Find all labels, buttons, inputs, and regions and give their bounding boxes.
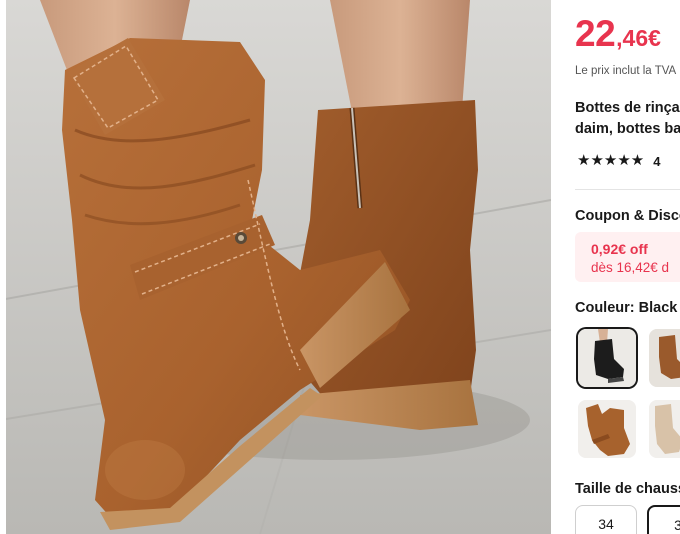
coupon-discount: 0,92€ off: [591, 241, 648, 257]
color-swatch-beige[interactable]: [649, 400, 680, 458]
coupon-minimum: dès 16,42€ d: [591, 260, 670, 275]
size-section-label: Taille de chaussure: [575, 481, 680, 497]
beige-boot-thumbnail: [649, 400, 680, 458]
camel-boot-thumbnail: [578, 400, 636, 458]
product-photo-boots: [0, 0, 551, 534]
size-option-34[interactable]: 34: [575, 505, 637, 534]
black-boot-thumbnail: [578, 329, 636, 387]
product-title-line-2: daim, bottes bas: [575, 121, 680, 137]
rating-row[interactable]: ★★★★★ 4: [577, 153, 660, 169]
coupon-section-label: Coupon & Discount: [575, 208, 680, 224]
product-title[interactable]: Bottes de rinçage daim, bottes bas: [575, 98, 680, 140]
rating-value: 4: [653, 153, 661, 169]
vat-note: Le prix inclut la TVA: [575, 65, 677, 77]
product-price: 22,46€: [575, 13, 661, 55]
product-title-line-1: Bottes de rinçage: [575, 100, 680, 116]
color-swatch-brown[interactable]: [649, 329, 680, 387]
price-major: 22: [575, 13, 616, 54]
size-option-label: 34: [598, 516, 614, 532]
coupon-card[interactable]: 0,92€ off dès 16,42€ d: [575, 232, 680, 282]
section-divider: [575, 189, 680, 190]
price-minor: ,46€: [616, 25, 661, 51]
color-swatch-black[interactable]: [578, 329, 636, 387]
star-icon: ★★★★★: [577, 152, 645, 169]
product-main-image[interactable]: [0, 0, 551, 534]
brown-boot-thumbnail: [649, 329, 680, 387]
product-info-panel: 22,46€ Le prix inclut la TVA Bottes de r…: [551, 0, 680, 534]
color-section-label: Couleur: Black: [575, 300, 678, 316]
size-option-35[interactable]: 3: [647, 505, 680, 534]
image-edge: [0, 0, 6, 534]
color-swatch-camel[interactable]: [578, 400, 636, 458]
size-option-label: 3: [674, 517, 680, 533]
